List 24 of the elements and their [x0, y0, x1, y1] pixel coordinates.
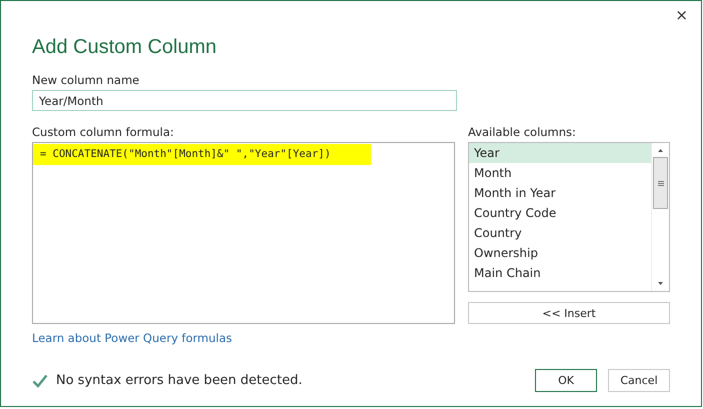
- column-list-item[interactable]: Main Chain: [469, 263, 651, 283]
- learn-link[interactable]: Learn about Power Query formulas: [32, 331, 232, 345]
- formula-field[interactable]: = CONCATENATE("Month"[Month]&" ","Year"[Year]): [32, 142, 455, 324]
- column-list-item[interactable]: Month in Year: [469, 183, 651, 203]
- column-list-item[interactable]: Year: [469, 143, 651, 163]
- ok-button[interactable]: OK: [535, 369, 597, 392]
- field-label: Custom column formula:: [32, 124, 175, 140]
- status-message: No syntax errors have been detected.: [56, 373, 302, 388]
- formula-text: = CONCATENATE("Month"[Month]&" ","Year"[Year]): [33, 144, 371, 165]
- insert-button[interactable]: << Insert: [468, 302, 670, 324]
- column-list-item[interactable]: Country: [469, 223, 651, 243]
- grip-icon: [658, 180, 664, 186]
- cancel-button[interactable]: Cancel: [608, 369, 670, 392]
- close-button[interactable]: ×: [669, 5, 694, 25]
- column-name-field[interactable]: Year/Month: [32, 90, 457, 111]
- field-label: New column name: [32, 72, 140, 88]
- dialog-title: Add Custom Column: [32, 36, 218, 59]
- column-list-item[interactable]: Country Code: [469, 203, 651, 223]
- checkmark-icon: [32, 374, 48, 388]
- column-list-item[interactable]: Ownership: [469, 243, 651, 263]
- scroll-thumb[interactable]: [653, 157, 668, 209]
- field-label: Available columns:: [468, 124, 577, 140]
- scrollbar[interactable]: [651, 143, 669, 291]
- column-list-item[interactable]: Month: [469, 163, 651, 183]
